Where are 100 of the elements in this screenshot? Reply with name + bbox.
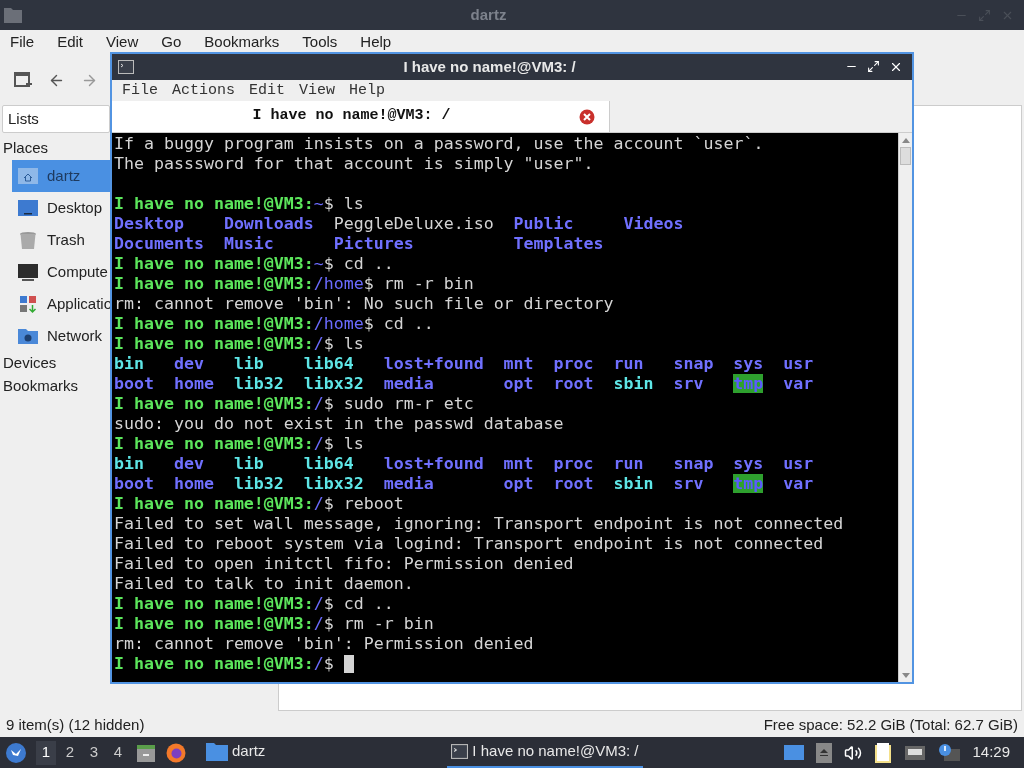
file-name: Pictures <box>333 234 414 253</box>
menu-item[interactable]: File <box>10 31 35 54</box>
file-cabinet-icon[interactable] <box>136 742 156 763</box>
file-name: var <box>783 474 814 493</box>
trash-icon <box>17 229 39 251</box>
menu-item[interactable]: File <box>122 79 158 103</box>
terminal-line: rm: cannot remove 'bin': No such file or directory <box>114 294 614 314</box>
file-name: opt <box>503 374 534 393</box>
terminal-icon <box>118 59 134 75</box>
file-name: lost+found <box>383 354 484 373</box>
terminal-line: I have no name!@VM3:/$ <box>114 654 335 674</box>
close-icon[interactable] <box>889 60 903 74</box>
file-name: opt <box>503 474 534 493</box>
menu-item[interactable]: Go <box>161 31 182 54</box>
file-name: tmp <box>733 374 764 393</box>
file-name: lib64 <box>303 454 354 473</box>
terminal-line: I have no name!@VM3:/$ ls <box>114 434 364 454</box>
clipboard-icon[interactable] <box>874 741 893 764</box>
network-icon[interactable] <box>904 743 927 762</box>
file-name: Downloads <box>223 214 314 233</box>
terminal-line: rm: cannot remove 'bin': Permission denied <box>114 634 534 654</box>
folder-icon <box>4 7 22 23</box>
file-name: lib <box>233 454 264 473</box>
file-name: libx32 <box>303 374 364 393</box>
file-name: Desktop <box>114 214 184 233</box>
start-menu-icon[interactable] <box>6 742 26 763</box>
terminal-line: I have no name!@VM3:~$ ls <box>114 194 364 214</box>
side-pane-item[interactable]: Compute <box>12 256 110 288</box>
file-name: sys <box>733 454 764 473</box>
menu-item[interactable]: View <box>299 79 336 103</box>
scroll-down-icon[interactable] <box>901 672 910 678</box>
scroll-up-icon[interactable] <box>901 137 910 143</box>
new-window-icon[interactable] <box>14 71 32 89</box>
file-name: dev <box>173 354 204 373</box>
file-name: mnt <box>503 354 534 373</box>
terminal-line: I have no name!@VM3:/home$ rm -r bin <box>114 274 474 294</box>
section-header[interactable]: Places <box>0 137 52 160</box>
close-tab-icon[interactable] <box>579 108 595 125</box>
file-name: sys <box>733 354 764 373</box>
workspace-button[interactable]: 2 <box>60 740 80 765</box>
taskbar-task[interactable]: dartz <box>202 737 270 768</box>
file-name: media <box>383 374 434 393</box>
file-name: libx32 <box>303 474 364 493</box>
scrollbar-thumb[interactable] <box>900 147 911 165</box>
terminal-tab[interactable]: I have no name!@VM3: / <box>112 101 610 132</box>
file-name: srv <box>673 374 704 393</box>
file-name: Videos <box>623 214 684 233</box>
file-name: lib32 <box>233 474 284 493</box>
maximize-icon[interactable] <box>867 60 880 73</box>
file-name: sbin <box>613 474 654 493</box>
workspace-button[interactable]: 4 <box>108 740 128 765</box>
terminal-line: I have no name!@VM3:/$ cd .. <box>114 594 394 614</box>
notification-icon[interactable] <box>938 742 961 763</box>
menu-item[interactable]: Tools <box>302 31 338 54</box>
status-text: 9 item(s) (12 hidden) <box>6 714 145 735</box>
terminal-icon <box>451 743 469 760</box>
browser-icon[interactable] <box>166 742 186 763</box>
clock: 14:29 <box>972 742 1010 763</box>
desktop-icon[interactable] <box>784 745 805 760</box>
taskbar-task[interactable]: I have no name!@VM3: / <box>447 737 643 768</box>
file-name: lib32 <box>233 374 284 393</box>
scrollbar[interactable] <box>898 133 912 682</box>
workspace-button[interactable]: 1 <box>36 740 56 765</box>
side-pane-selector[interactable]: Lists <box>2 105 110 133</box>
file-name: Music <box>223 234 274 253</box>
file-name: mnt <box>503 454 534 473</box>
menu-item[interactable]: Actions <box>172 79 236 103</box>
side-pane-item[interactable]: Trash <box>12 224 110 256</box>
file-name: lib64 <box>303 354 354 373</box>
file-name: bin <box>114 454 144 473</box>
file-name: run <box>613 354 644 373</box>
terminal-line: Failed to open initctl fifo: Permission denied <box>114 554 574 574</box>
file-name: Templates <box>513 234 604 253</box>
file-name: proc <box>553 454 594 473</box>
menu-item[interactable]: Bookmarks <box>204 31 280 54</box>
menu-item[interactable]: Help <box>360 31 392 54</box>
file-name: root <box>553 374 594 393</box>
menu-item[interactable]: Edit <box>249 79 286 103</box>
file-name: run <box>613 454 644 473</box>
file-name: Documents <box>114 234 204 253</box>
file-name: home <box>173 474 214 493</box>
workspace-button[interactable]: 3 <box>84 740 104 765</box>
menu-item[interactable]: Edit <box>57 31 84 54</box>
file-name: dev <box>173 454 204 473</box>
speaker-icon[interactable] <box>844 743 863 762</box>
terminal-line: I have no name!@VM3:~$ cd .. <box>114 254 394 274</box>
side-pane-item[interactable]: Desktop <box>12 192 110 224</box>
terminal-line: If a buggy program insists on a password, use the account `user`. <box>114 134 764 154</box>
folder-icon <box>206 741 228 762</box>
terminal-line: Failed to talk to init daemon. <box>114 574 414 594</box>
menu-item[interactable]: Help <box>349 79 386 103</box>
window-title: I have no name!@VM3: / <box>403 56 576 77</box>
eject-icon[interactable] <box>816 742 833 763</box>
section-header[interactable]: Devices <box>0 352 60 375</box>
section-header[interactable]: Bookmarks <box>0 375 82 398</box>
terminal-line: I have no name!@VM3:/$ ls <box>114 334 364 354</box>
menu-item[interactable]: View <box>106 31 139 54</box>
file-name: home <box>173 374 214 393</box>
side-pane-item[interactable]: Network <box>12 320 110 352</box>
file-name: usr <box>783 454 814 473</box>
